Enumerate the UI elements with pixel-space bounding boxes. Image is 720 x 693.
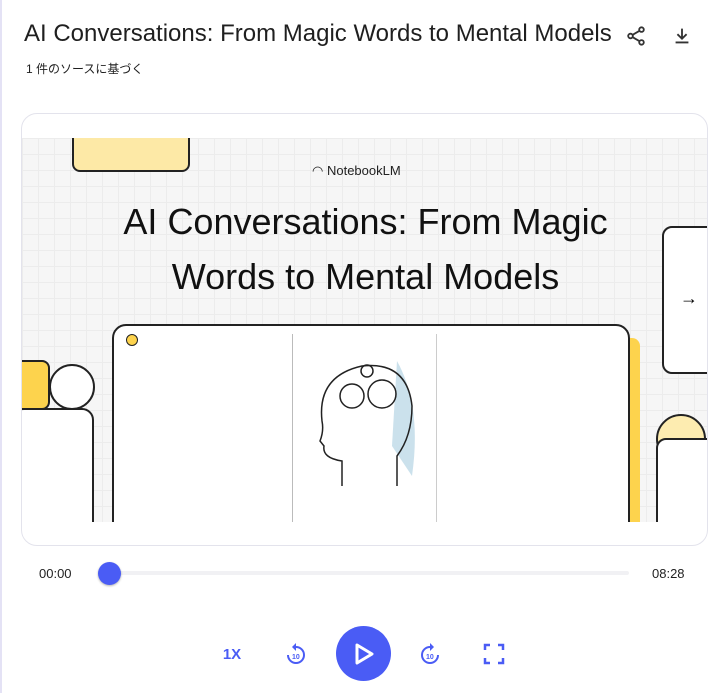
- forward-10-button[interactable]: 10: [416, 640, 444, 668]
- play-button[interactable]: [336, 626, 391, 681]
- progress-track[interactable]: [107, 571, 629, 575]
- play-icon: [354, 643, 374, 665]
- forward-10-icon: 10: [418, 642, 442, 666]
- fullscreen-icon: [483, 643, 505, 665]
- current-time: 00:00: [39, 566, 72, 581]
- slide-title-line: Words to Mental Models: [22, 249, 708, 304]
- progress-thumb[interactable]: [98, 562, 121, 585]
- deco-shape: [656, 438, 708, 522]
- video-player[interactable]: ◠ NotebookLM AI Conversations: From Magi…: [21, 113, 708, 546]
- notebooklm-logo-icon: ◠: [312, 163, 327, 178]
- fullscreen-button[interactable]: [480, 640, 508, 668]
- slide-content-frame: [112, 324, 630, 522]
- deco-shape: [22, 408, 94, 522]
- slide-title-line: AI Conversations: From Magic: [22, 194, 708, 249]
- total-time: 08:28: [652, 566, 685, 581]
- svg-text:10: 10: [426, 654, 434, 661]
- slide-title: AI Conversations: From MagicWords to Men…: [22, 194, 708, 304]
- svg-text:10: 10: [292, 654, 300, 661]
- next-slide-button[interactable]: →: [662, 226, 708, 374]
- page-title: AI Conversations: From Magic Words to Me…: [24, 20, 614, 48]
- brand-text: NotebookLM: [327, 163, 401, 178]
- slide-preview: ◠ NotebookLM AI Conversations: From Magi…: [22, 138, 708, 522]
- source-count: 1 件のソースに基づく: [26, 60, 143, 77]
- share-button[interactable]: [622, 22, 650, 50]
- playback-speed-button[interactable]: 1X: [216, 640, 248, 668]
- replay-10-icon: 10: [284, 642, 308, 666]
- download-icon: [671, 25, 693, 47]
- deco-shape: [72, 138, 190, 172]
- download-button[interactable]: [668, 22, 696, 50]
- deco-shape: [49, 364, 95, 410]
- rewind-10-button[interactable]: 10: [282, 640, 310, 668]
- notebooklm-brand: ◠ NotebookLM: [312, 163, 401, 179]
- brain-gears-illustration: [312, 346, 422, 496]
- share-icon: [625, 25, 647, 47]
- deco-shape: [22, 360, 50, 410]
- arrow-right-icon: →: [680, 288, 698, 309]
